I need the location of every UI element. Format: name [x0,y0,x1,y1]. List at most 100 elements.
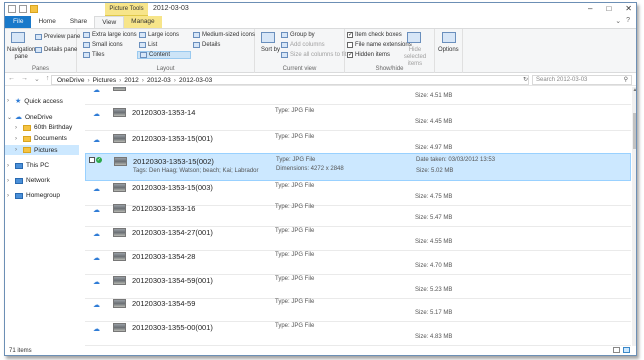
content-button[interactable]: Content [137,51,192,59]
nav-item-onedrive[interactable]: ⌄ ☁ OneDrive [7,113,52,122]
chevron-right-icon[interactable]: › [7,98,12,104]
list-item[interactable]: ☁ 20120303-1354-59 Type: JPG File Size: … [85,296,631,322]
nav-item-network[interactable]: › Network [7,177,50,184]
hidden-items-toggle[interactable]: ✓ Hidden items [347,52,390,58]
file-type: Type: JPG File [275,276,315,282]
cloud-status-icon: ☁ [93,111,100,118]
tab-file[interactable]: File [5,16,32,28]
tab-share[interactable]: Share [63,16,94,28]
tab-manage[interactable]: Manage [124,16,162,28]
breadcrumb-item[interactable]: Pictures [93,76,116,84]
list-item-selected[interactable]: ✓ 20120303-1353-15(002) Tags: Den Haag; … [85,153,631,181]
file-type: Type: JPG File [275,204,315,210]
window-controls: – □ ✕ [588,4,632,13]
group-by-button[interactable]: Group by [281,32,315,38]
large-icons-button[interactable]: Large icons [139,32,179,38]
nav-item-pictures[interactable]: › Pictures [5,145,79,155]
folder-icon [23,147,31,153]
help-icon[interactable]: ? [626,17,630,25]
nav-item-homegroup[interactable]: › Homegroup [7,192,60,199]
navigation-pane-button[interactable]: Navigation pane [7,47,35,61]
preview-pane-button[interactable]: Preview pane [35,34,80,40]
homegroup-icon [15,192,23,199]
new-folder-icon[interactable] [30,5,38,13]
file-type: Type: JPG File [275,134,315,140]
nav-item-60th-birthday[interactable]: › 60th Birthday [15,124,72,131]
ribbon-tab-controls: ⌄ ? [615,17,630,25]
scroll-up-arrow-icon[interactable]: ▲ [632,87,636,93]
list-item[interactable]: ☁ 20120303-1353-14 Type: JPG File Size: … [85,105,631,131]
chevron-right-icon: › [119,77,122,84]
list-item[interactable]: ☁ 20120303-1354-28 Type: JPG File Size: … [85,249,631,275]
list-item[interactable]: ☁ 20120303-1353-16 Type: JPG File Size: … [85,201,631,227]
close-icon[interactable]: ✕ [625,4,632,13]
chevron-right-icon[interactable]: › [7,178,12,184]
nav-item-documents[interactable]: › Documents [15,135,67,142]
ribbon: Navigation pane Preview pane Details pan… [5,28,636,73]
tab-home[interactable]: Home [31,16,62,28]
hide-selected-items-button[interactable]: Hide selected items [401,47,429,68]
list-item[interactable]: ☁ Size: 4.51 MB [85,87,631,105]
breadcrumb-item[interactable]: 2012 [124,76,138,84]
file-size: Size: 4.75 MB [415,194,453,200]
chevron-right-icon[interactable]: › [15,125,20,131]
extra-large-icons-button[interactable]: Extra large icons [83,32,137,38]
size-columns-icon [281,52,288,58]
details-button[interactable]: Details [193,42,220,48]
details-view-icon[interactable] [613,347,620,353]
file-type: Type: JPG File [275,299,315,305]
nav-item-this-pc[interactable]: › This PC [7,162,49,169]
maximize-icon[interactable]: □ [606,4,611,13]
scroll-thumb[interactable] [633,113,636,149]
show-hide-group: ✓ Item check boxes File name extensions ✓… [345,29,435,73]
tiles-button[interactable]: Tiles [83,52,104,58]
forward-arrow-icon[interactable]: → [21,75,28,83]
add-columns-button[interactable]: Add columns [281,42,325,48]
cloud-icon: ☁ [15,114,22,121]
breadcrumb-item[interactable]: 2012-03-03 [179,76,212,84]
list-button[interactable]: List [139,42,157,48]
back-arrow-icon[interactable]: ← [8,75,15,83]
thumbnail [113,108,126,117]
options-button[interactable]: Options [438,47,459,53]
refresh-icon[interactable]: ↻ [523,76,528,83]
item-check-boxes-toggle[interactable]: ✓ Item check boxes [347,32,402,38]
star-icon: ★ [15,98,22,105]
recent-chevron-icon[interactable]: ⌄ [34,75,40,83]
layout-label: Layout [156,66,175,72]
medium-icons-button[interactable]: Medium-sized icons [193,32,255,38]
chevron-right-icon[interactable]: › [15,136,20,142]
file-name: 20120303-1353-15(001) [132,134,213,143]
up-arrow-icon[interactable]: ↑ [46,75,50,83]
breadcrumb-item[interactable]: 2012-03 [147,76,171,84]
window-title: 2012-03-03 [153,5,189,12]
chevron-right-icon[interactable]: › [15,147,20,153]
breadcrumb[interactable]: OneDrive › Pictures › 2012 › 2012-03 › 2012-… [51,75,529,85]
checkbox-checked-icon: ✓ [347,32,354,38]
list-item[interactable]: ☁ 20120303-1355-00(001) Type: JPG File S… [85,320,631,346]
details-pane-icon [35,47,42,53]
chevron-right-icon[interactable]: › [7,193,12,199]
list-item[interactable]: ☁ 20120303-1354-27(001) Type: JPG File S… [85,225,631,251]
chevron-down-icon[interactable]: ⌄ [7,114,12,121]
file-list: ☁ Size: 4.51 MB ☁ 20120303-1353-14 Type:… [85,87,631,346]
tab-view[interactable]: View [94,16,125,28]
file-size: Size: 5.23 MB [415,287,453,293]
sort-by-button[interactable]: Sort by [261,47,280,53]
details-pane-button[interactable]: Details pane [35,47,77,53]
minimize-icon[interactable]: – [588,4,592,13]
size-all-columns-button[interactable]: Size all columns to fit [281,52,346,58]
row-checkbox[interactable] [89,157,95,163]
breadcrumb-item[interactable]: OneDrive [57,76,84,84]
nav-item-quick-access[interactable]: › ★ Quick access [7,97,63,106]
file-name: 20120303-1354-27(001) [132,228,213,237]
search-input[interactable]: Search 2012-03-03 ⚲ [532,75,632,85]
panes-label: Panes [31,66,49,72]
small-icons-button[interactable]: Small icons [83,42,123,48]
large-icons-view-icon[interactable] [623,347,630,353]
chevron-right-icon[interactable]: › [7,163,12,169]
chevron-down-icon[interactable]: ⌄ [615,17,621,25]
scrollbar[interactable]: ▲ [632,87,636,346]
checkmark-icon[interactable] [19,5,27,13]
properties-icon[interactable] [8,5,16,13]
